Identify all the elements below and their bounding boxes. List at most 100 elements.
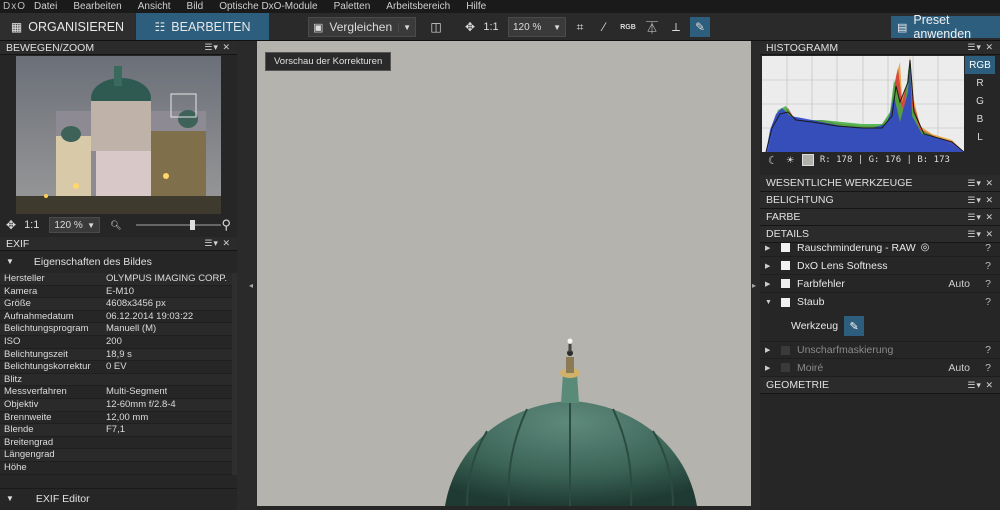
panel-menu-icon[interactable]: ☰▾ ✕ xyxy=(967,178,994,189)
channel-rgb[interactable]: RGB xyxy=(965,56,995,74)
collapse-left-icon[interactable]: ◂ xyxy=(249,281,253,290)
panel-menu-icon[interactable]: ☰▾ ✕ xyxy=(967,212,994,223)
panel-menu-icon[interactable]: ☰▾ ✕ xyxy=(967,42,994,53)
menu-bearbeiten[interactable]: Bearbeiten xyxy=(73,1,121,12)
nav-zoom-select[interactable]: 120 % ▼ xyxy=(49,217,101,233)
section-geometry[interactable]: GEOMETRIE ☰▾ ✕ xyxy=(760,377,1000,394)
zoom-in-icon[interactable]: ⚲ xyxy=(221,217,231,233)
preview-corrections-tag: Vorschau der Korrekturen xyxy=(265,52,392,71)
eyedropper-icon[interactable]: ⁄ xyxy=(594,17,614,37)
detail-noise-reduction[interactable]: ▶ Rauschminderung - RAW ◎ ? xyxy=(760,239,1000,257)
menu-ansicht[interactable]: Ansicht xyxy=(138,1,171,12)
section-exposure[interactable]: BELICHTUNG ☰▾ ✕ xyxy=(760,192,1000,209)
exif-table: Hersteller OLYMPUS IMAGING CORP. Kamera E-… xyxy=(0,273,232,475)
chevron-down-icon: ▼ xyxy=(553,22,561,32)
perspective-icon[interactable]: ⏄ xyxy=(642,17,662,37)
channel-r[interactable]: R xyxy=(965,74,995,92)
help-icon[interactable]: ? xyxy=(980,344,996,356)
exif-key: Höhe xyxy=(4,461,27,473)
menu-datei[interactable]: Datei xyxy=(34,1,57,12)
channel-l[interactable]: L xyxy=(965,128,995,146)
nav-zoom-value: 120 % xyxy=(54,219,83,231)
edit-tab[interactable]: ☷ BEARBEITEN xyxy=(136,13,269,40)
expand-arrow-icon[interactable]: ▶ xyxy=(765,262,775,270)
zoom-out-icon[interactable]: 🔍︎ xyxy=(110,220,121,231)
enable-checkbox[interactable] xyxy=(781,261,790,270)
help-icon[interactable]: ? xyxy=(980,260,996,272)
table-row: Längengrad xyxy=(0,449,232,462)
expand-arrow-icon[interactable]: ▶ xyxy=(765,346,775,354)
right-panel-gutter[interactable]: ▸ xyxy=(751,41,760,510)
crop-icon[interactable]: ⌗ xyxy=(570,17,590,37)
zoom-slider-knob[interactable] xyxy=(189,220,195,230)
exif-key: Blitz xyxy=(4,373,22,385)
menu-optische-module[interactable]: Optische DxO-Module xyxy=(219,1,317,12)
detail-moire[interactable]: ▶ Moiré Auto ? xyxy=(760,359,1000,377)
split-view-icon[interactable]: ◫ xyxy=(426,17,446,37)
eye-off-icon[interactable]: ◎ xyxy=(921,242,930,253)
horizon-icon[interactable]: ⟂ xyxy=(666,17,686,37)
channel-g[interactable]: G xyxy=(965,92,995,110)
help-icon[interactable]: ? xyxy=(980,242,996,254)
organize-tab[interactable]: ▦ ORGANISIEREN xyxy=(0,13,135,40)
enable-checkbox[interactable] xyxy=(781,243,790,252)
enable-checkbox[interactable] xyxy=(781,345,790,355)
exif-panel-header: EXIF ☰▾ ✕ xyxy=(0,237,237,251)
brush-icon[interactable]: ✎ xyxy=(690,17,710,37)
collapse-right-icon[interactable]: ▸ xyxy=(752,281,756,290)
exif-section-header[interactable]: ▼ Eigenschaften des Bildes xyxy=(0,251,237,272)
detail-chromatic-aberration[interactable]: ▶ Farbfehler Auto ? xyxy=(760,275,1000,293)
exif-value: OLYMPUS IMAGING CORP. xyxy=(106,273,228,284)
exif-editor-section[interactable]: ▼ EXIF Editor xyxy=(0,488,237,508)
zoom-slider[interactable] xyxy=(135,220,222,230)
section-color[interactable]: FARBE ☰▾ ✕ xyxy=(760,209,1000,226)
move-icon[interactable]: ✥ xyxy=(6,218,16,232)
help-icon[interactable]: ? xyxy=(980,296,996,308)
rgb-tool-icon[interactable]: RGB xyxy=(618,17,638,37)
chevron-down-icon[interactable]: ▼ xyxy=(398,22,411,32)
toolbar: ▦ ORGANISIEREN ☷ BEARBEITEN ▣ Vergleiche… xyxy=(0,13,1000,41)
compare-button[interactable]: ▣ Vergleichen ▼ xyxy=(308,17,416,37)
panel-menu-icon[interactable]: ☰▾ ✕ xyxy=(967,195,994,206)
dust-brush-button[interactable]: ✎ xyxy=(844,316,865,336)
menu-hilfe[interactable]: Hilfe xyxy=(466,1,486,12)
enable-checkbox[interactable] xyxy=(781,279,790,288)
left-panel-gutter[interactable]: ◂ xyxy=(237,41,257,510)
nav-one-to-one[interactable]: 1:1 xyxy=(24,219,39,231)
channel-b[interactable]: B xyxy=(965,110,995,128)
highlight-clipping-icon[interactable]: ☀ xyxy=(787,153,794,167)
panel-menu-icon[interactable]: ☰▾ ✕ xyxy=(204,238,231,249)
move-icon[interactable]: ✥ xyxy=(460,17,480,37)
table-row: Hersteller OLYMPUS IMAGING CORP. xyxy=(0,273,232,286)
navigator-thumbnail[interactable] xyxy=(16,56,221,214)
expand-arrow-icon[interactable]: ▶ xyxy=(765,364,775,372)
menu-paletten[interactable]: Paletten xyxy=(334,1,371,12)
nav-panel-title: BEWEGEN/ZOOM xyxy=(6,41,95,54)
panel-menu-icon[interactable]: ☰▾ ✕ xyxy=(204,42,231,53)
exif-panel: EXIF ☰▾ ✕ ▼ Eigenschaften des Bildes xyxy=(0,237,237,272)
apply-preset-button[interactable]: ▤ Preset anwenden xyxy=(891,13,1000,41)
zoom-select[interactable]: 120 % ▼ xyxy=(508,17,566,37)
enable-checkbox[interactable] xyxy=(781,363,790,372)
detail-unsharp-mask[interactable]: ▶ Unscharfmaskierung ? xyxy=(760,341,1000,359)
organize-label: ORGANISIEREN xyxy=(28,19,125,34)
shadow-clipping-icon[interactable]: ☾ xyxy=(768,154,775,167)
section-essential-tools[interactable]: WESENTLICHE WERKZEUGE ☰▾ ✕ xyxy=(760,175,1000,192)
expand-arrow-icon[interactable]: ▶ xyxy=(765,280,775,288)
panel-menu-icon[interactable]: ☰▾ ✕ xyxy=(967,229,994,240)
one-to-one-button[interactable]: 1:1 xyxy=(480,17,502,37)
help-icon[interactable]: ? xyxy=(980,278,996,290)
collapse-arrow-icon[interactable]: ▼ xyxy=(765,299,775,306)
image-preview[interactable]: Vorschau der Korrekturen xyxy=(257,41,751,506)
panel-menu-icon[interactable]: ☰▾ ✕ xyxy=(967,380,994,391)
expand-arrow-icon[interactable]: ▶ xyxy=(765,244,775,252)
exif-key: ISO xyxy=(4,335,21,347)
help-icon[interactable]: ? xyxy=(980,362,996,374)
table-row: Brennweite 12,00 mm xyxy=(0,412,232,425)
preset-icon: ▤ xyxy=(897,21,908,34)
menu-arbeitsbereich[interactable]: Arbeitsbereich xyxy=(386,1,450,12)
detail-lens-softness[interactable]: ▶ DxO Lens Softness ? xyxy=(760,257,1000,275)
menu-bild[interactable]: Bild xyxy=(187,1,204,12)
detail-dust[interactable]: ▼ Staub ? xyxy=(760,293,1000,311)
enable-checkbox[interactable] xyxy=(781,297,790,307)
